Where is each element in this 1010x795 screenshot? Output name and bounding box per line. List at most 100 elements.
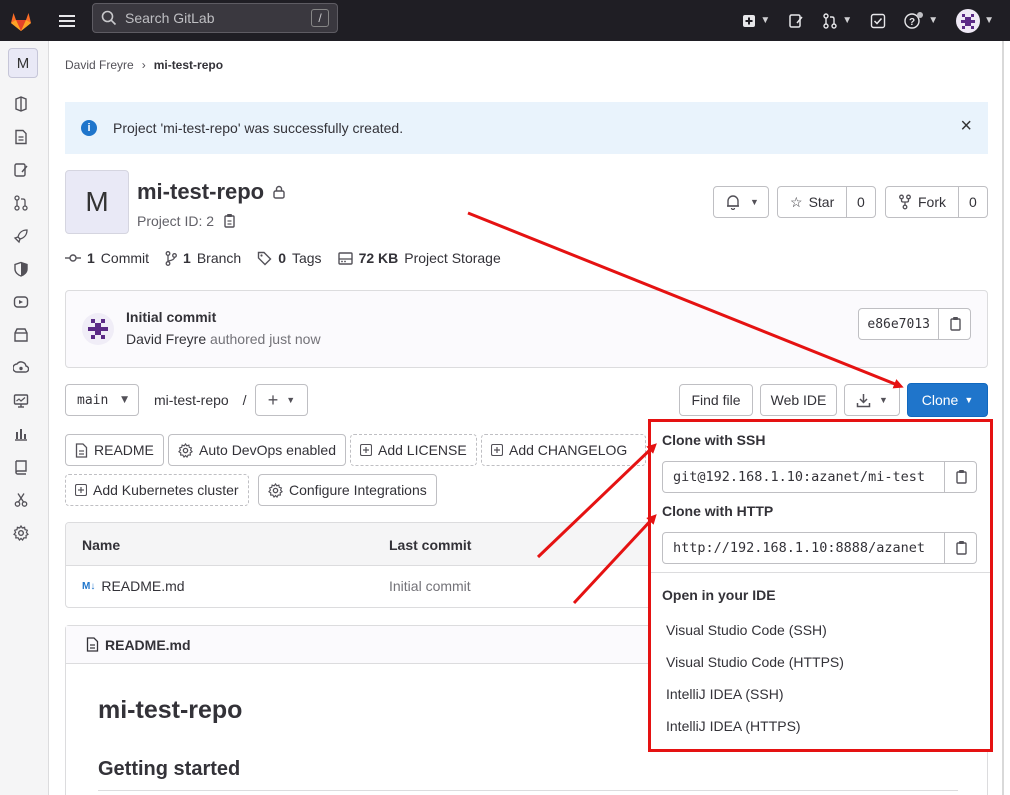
ide-option-intellij-ssh[interactable]: IntelliJ IDEA (SSH) [666, 686, 783, 702]
file-name[interactable]: README.md [101, 578, 184, 594]
commit-time: authored just now [210, 331, 321, 347]
web-ide-label: Web IDE [770, 392, 827, 408]
search-shortcut-key: / [311, 9, 329, 27]
clone-http-url[interactable]: http://192.168.1.10:8888/azanet [663, 533, 944, 563]
add-to-tree-dropdown[interactable]: + ▼ [255, 384, 308, 416]
configure-integrations-chip[interactable]: Configure Integrations [258, 474, 437, 506]
commits-stat[interactable]: 1 Commit [65, 250, 149, 266]
merge-requests-dropdown[interactable]: ▼ [816, 5, 858, 37]
close-icon[interactable]: × [960, 116, 972, 136]
breadcrumb: David Freyre › mi-test-repo [65, 58, 223, 72]
clone-label: Clone [921, 392, 959, 408]
security-shield-icon[interactable] [12, 260, 30, 278]
info-icon: i [81, 120, 97, 136]
commit-author[interactable]: David Freyre [126, 331, 206, 347]
packages-icon[interactable] [12, 326, 30, 344]
add-changelog-label: Add CHANGELOG [509, 442, 628, 458]
issues-icon[interactable] [12, 161, 30, 179]
settings-gear-icon[interactable] [12, 524, 30, 542]
help-dropdown[interactable]: ? ▼ [898, 5, 944, 37]
copy-http-button[interactable] [944, 533, 976, 563]
breadcrumb-owner[interactable]: David Freyre [65, 58, 134, 72]
merge-requests-icon[interactable] [12, 194, 30, 212]
ide-option-vscode-ssh[interactable]: Visual Studio Code (SSH) [666, 622, 827, 638]
markdown-icon: M↓ [82, 580, 96, 592]
download-dropdown[interactable]: ▼ [844, 384, 900, 416]
add-license-chip[interactable]: Add LICENSE [350, 434, 477, 466]
svg-text:?: ? [909, 17, 915, 28]
chevron-down-icon: ▼ [760, 15, 771, 26]
branches-count: 1 [183, 250, 191, 266]
ci-cd-rocket-icon[interactable] [12, 227, 30, 245]
branches-stat[interactable]: 1 Branch [165, 250, 241, 266]
copy-icon [955, 541, 967, 555]
settings-gear-icon [178, 442, 193, 458]
clone-dropdown-button[interactable]: Clone ▼ [907, 383, 988, 417]
ide-option-vscode-https[interactable]: Visual Studio Code (HTTPS) [666, 654, 844, 670]
repository-icon[interactable] [12, 128, 30, 146]
clone-http-field[interactable]: http://192.168.1.10:8888/azanet [662, 532, 977, 564]
menu-icon[interactable] [47, 0, 87, 41]
deployments-icon[interactable] [12, 293, 30, 311]
breadcrumb-project[interactable]: mi-test-repo [154, 58, 223, 72]
storage-icon [337, 251, 353, 265]
chevron-down-icon: ▼ [750, 197, 759, 207]
find-file-button[interactable]: Find file [679, 384, 753, 416]
wiki-book-icon[interactable] [12, 458, 30, 476]
add-kubernetes-chip[interactable]: Add Kubernetes cluster [65, 474, 249, 506]
gitlab-logo-icon[interactable] [0, 0, 42, 41]
project-info-icon[interactable] [12, 95, 30, 113]
tags-stat[interactable]: 0 Tags [257, 250, 322, 266]
star-button[interactable]: ☆ Star [778, 187, 846, 217]
ide-option-intellij-https[interactable]: IntelliJ IDEA (HTTPS) [666, 718, 801, 734]
scrollbar[interactable] [1002, 41, 1004, 795]
new-item-dropdown[interactable]: ▼ [736, 5, 776, 37]
notifications-dropdown[interactable]: ▼ [713, 186, 769, 218]
clone-ssh-field[interactable]: git@192.168.1.10:azanet/mi-test [662, 461, 977, 493]
configure-integrations-label: Configure Integrations [289, 482, 427, 498]
top-bar: Search GitLab / ▼ ▼ ? ▼ ▼ [0, 0, 1010, 41]
commit-sha[interactable]: e86e7013 [859, 309, 938, 339]
issues-shortcut[interactable] [782, 5, 810, 37]
readme-chip[interactable]: README [65, 434, 164, 466]
storage-stat[interactable]: 72 KB Project Storage [337, 250, 501, 266]
fork-icon [899, 194, 911, 210]
repo-path: mi-test-repo / [154, 392, 246, 408]
commit-title[interactable]: Initial commit [126, 309, 216, 325]
path-root[interactable]: mi-test-repo [154, 392, 229, 408]
author-avatar[interactable] [82, 313, 114, 345]
clone-ssh-label: Clone with SSH [662, 432, 766, 448]
file-last-commit[interactable]: Initial commit [389, 578, 471, 594]
branch-selector[interactable]: main ▼ [65, 384, 139, 416]
web-ide-button[interactable]: Web IDE [760, 384, 837, 416]
chevron-down-icon: ▼ [842, 15, 853, 26]
todos-shortcut[interactable] [864, 5, 892, 37]
fork-button[interactable]: Fork [886, 187, 958, 217]
star-count[interactable]: 0 [846, 187, 875, 217]
auto-devops-chip[interactable]: Auto DevOps enabled [168, 434, 346, 466]
project-title: mi-test-repo [137, 179, 286, 205]
analytics-icon[interactable] [12, 425, 30, 443]
path-separator: / [242, 392, 247, 408]
fork-count[interactable]: 0 [958, 187, 987, 217]
search-placeholder: Search GitLab [125, 10, 215, 26]
infrastructure-icon[interactable] [12, 359, 30, 377]
column-header-last-commit: Last commit [389, 537, 472, 553]
chevron-down-icon: ▼ [286, 395, 296, 405]
breadcrumb-separator-icon: › [141, 58, 146, 72]
branches-label: Branch [196, 250, 242, 266]
snippets-scissors-icon[interactable] [12, 491, 30, 509]
copy-icon[interactable] [222, 213, 236, 229]
fork-button-group: Fork 0 [885, 186, 988, 218]
divider [98, 790, 958, 791]
readme-filename[interactable]: README.md [105, 637, 191, 653]
project-avatar[interactable]: M [8, 48, 38, 78]
clone-ssh-url[interactable]: git@192.168.1.10:azanet/mi-test [663, 462, 944, 492]
search-input[interactable]: Search GitLab / [92, 3, 338, 33]
user-menu-dropdown[interactable]: ▼ [950, 5, 1000, 37]
monitor-icon[interactable] [12, 392, 30, 410]
add-changelog-chip[interactable]: Add CHANGELOG [481, 434, 646, 466]
file-name-cell[interactable]: M↓ README.md [82, 578, 185, 594]
copy-ssh-button[interactable] [944, 462, 976, 492]
copy-sha-button[interactable] [938, 309, 970, 339]
